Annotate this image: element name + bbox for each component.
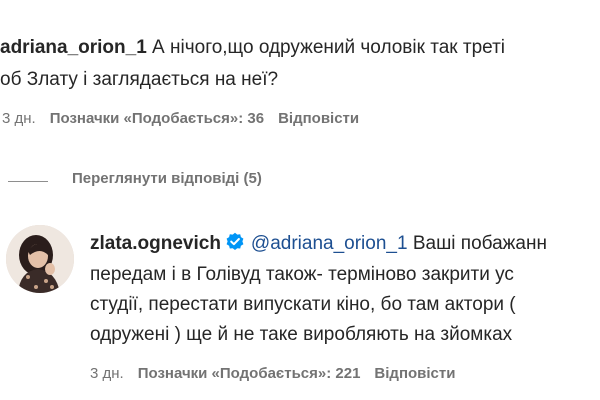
comment-text-line-1: adriana_orion_1 А нічого,що одружений чо… xyxy=(0,35,505,61)
reply-button[interactable]: Відповісти xyxy=(278,110,359,127)
avatar[interactable] xyxy=(6,225,74,293)
verified-badge-icon xyxy=(226,232,244,250)
reply-likes-count-button[interactable]: Позначки «Подобається»: 221 xyxy=(138,365,361,382)
comment-meta-row: 3 дн. Позначки «Подобається»: 36 Відпові… xyxy=(2,110,373,127)
mention-link[interactable]: @adriana_orion_1 xyxy=(251,233,408,254)
reply-username[interactable]: zlata.ognevich xyxy=(90,233,221,254)
reply-meta-row: 3 дн. Позначки «Подобається»: 221 Відпов… xyxy=(90,365,469,382)
comment-username[interactable]: adriana_orion_1 xyxy=(0,37,147,58)
comment-text-line-2: об Злату і заглядається на неї? xyxy=(0,69,279,90)
avatar-image xyxy=(6,225,74,293)
reply-timestamp: 3 дн. xyxy=(90,365,124,382)
replies-divider xyxy=(8,181,48,182)
reply-text-line-1: zlata.ognevich @adriana_orion_1 Ваші поб… xyxy=(90,231,547,257)
comment-timestamp: 3 дн. xyxy=(2,110,36,127)
reply-reply-button[interactable]: Відповісти xyxy=(374,365,455,382)
reply-text-line-2: передам і в Голівуд також- терміново зак… xyxy=(90,264,514,285)
likes-count-button[interactable]: Позначки «Подобається»: 36 xyxy=(50,110,264,127)
reply-text: Ваші побажанн xyxy=(407,233,547,254)
view-replies-button[interactable]: Переглянути відповіді (5) xyxy=(72,170,262,187)
reply-text-line-4: одружені ) ще й не таке виробляють на зй… xyxy=(90,324,513,345)
reply-text-line-3: студії, перестати випускати кіно, бо там… xyxy=(90,294,516,315)
comment-text: А нічого,що одружений чоловік так треті xyxy=(146,37,505,58)
